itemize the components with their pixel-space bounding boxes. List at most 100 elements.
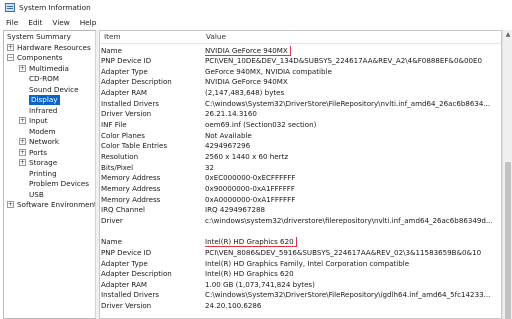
detail-item: Installed Drivers bbox=[101, 98, 160, 108]
expand-icon[interactable]: + bbox=[19, 138, 26, 145]
value-text: PCI\VEN_8086&DEV_5916&SUBSYS_224617AA&RE… bbox=[205, 247, 482, 257]
value-text: 24.20.100.6286 bbox=[205, 301, 262, 311]
detail-value: (2,147,483,648) bytes bbox=[205, 88, 501, 99]
detail-row[interactable]: PNP Device ID PCI\VEN_10DE&DEV_134D&SUBSY… bbox=[100, 56, 501, 67]
detail-value: 1.00 GB (1,073,741,824 bytes) bbox=[205, 280, 501, 291]
detail-value: PCI\VEN_10DE&DEV_134D&SUBSYS_224617AA&RE… bbox=[205, 56, 501, 67]
scroll-up-icon[interactable]: ▲ bbox=[503, 30, 512, 40]
category-tree[interactable]: System Summary + Hardware Resources − Compon… bbox=[3, 30, 96, 319]
detail-row[interactable]: Driver c:\windows\system32\driverstore\fi… bbox=[100, 215, 501, 227]
detail-row[interactable]: Resolution 2560 x 1440 x 60 hertz bbox=[100, 152, 501, 163]
vertical-scrollbar[interactable]: ▲ bbox=[502, 30, 512, 319]
tree-item-label: Hardware Resources bbox=[17, 42, 91, 52]
detail-row[interactable]: Color Table Entries 4294967296 bbox=[100, 141, 501, 152]
detail-row[interactable]: Memory Address 0xA0000000-0xA1FFFFFF bbox=[100, 194, 501, 206]
expand-icon[interactable]: + bbox=[19, 117, 26, 124]
expand-icon[interactable]: + bbox=[19, 64, 26, 72]
expand-icon[interactable]: + bbox=[7, 43, 14, 51]
value-text: GeForce 940MX, NVIDIA compatible bbox=[205, 66, 332, 76]
detail-row[interactable]: Adapter Type GeForce 940MX, NVIDIA compat… bbox=[100, 66, 501, 78]
detail-value: NVIDIA GeForce 940MX bbox=[205, 45, 501, 57]
detail-item: Memory Address bbox=[101, 194, 161, 204]
detail-item: Driver Version bbox=[101, 109, 152, 119]
detail-value: Not Available bbox=[205, 130, 501, 142]
detail-value: Intel(R) HD Graphics 620 bbox=[205, 237, 501, 248]
column-header-item[interactable]: Item bbox=[104, 31, 121, 43]
value-text: NVIDIA GeForce 940MX bbox=[205, 77, 288, 87]
value-text: c:\windows\system32\driverstore\filerepo… bbox=[205, 215, 493, 225]
detail-value: Intel(R) HD Graphics 620 bbox=[205, 269, 501, 280]
tree-item-label: Problem Devices bbox=[29, 179, 89, 188]
detail-row[interactable]: Installed Drivers C:\windows\System32\Dri… bbox=[100, 98, 501, 110]
tree-item-label: Sound Device bbox=[29, 84, 79, 94]
tree-item-label: Multimedia bbox=[29, 63, 69, 73]
detail-row[interactable]: INF File oem69.inf (Section032 section) bbox=[100, 120, 501, 131]
value-text: Intel(R) HD Graphics Family, Intel Corpo… bbox=[205, 258, 410, 268]
detail-value: C:\windows\System32\DriverStore\FileRepo… bbox=[205, 290, 501, 301]
detail-item: Adapter Description bbox=[101, 77, 172, 87]
column-header-value[interactable]: Value bbox=[206, 31, 226, 43]
detail-row[interactable]: Color Planes Not Available bbox=[100, 130, 501, 142]
detail-item: Name bbox=[101, 45, 122, 55]
title-bar: System Information bbox=[0, 0, 512, 15]
menu-help[interactable]: Help bbox=[76, 18, 101, 27]
detail-row[interactable]: IRQ Channel IRQ 4294967288 bbox=[100, 205, 501, 216]
expand-icon[interactable]: + bbox=[7, 201, 14, 208]
value-text: 2560 x 1440 x 60 hertz bbox=[205, 152, 289, 161]
tree-item-label: Infrared bbox=[29, 105, 58, 115]
value-text: 26.21.14.3160 bbox=[205, 109, 257, 119]
detail-item: Adapter RAM bbox=[101, 279, 148, 289]
menu-edit[interactable]: Edit bbox=[24, 18, 46, 27]
detail-row[interactable]: Adapter Description Intel(R) HD Graphics … bbox=[100, 269, 501, 280]
highlighted-value: Intel(R) HD Graphics 620 bbox=[205, 237, 297, 248]
detail-value: IRQ 4294967288 bbox=[205, 205, 501, 216]
detail-row[interactable]: Adapter RAM 1.00 GB (1,073,741,824 bytes) bbox=[100, 279, 501, 291]
detail-row[interactable]: PNP Device ID PCI\VEN_8086&DEV_5916&SUBSY… bbox=[100, 247, 501, 259]
highlighted-value: NVIDIA GeForce 940MX bbox=[205, 45, 291, 56]
menu-bar: File Edit View Help bbox=[0, 15, 512, 29]
detail-row[interactable] bbox=[100, 227, 501, 238]
detail-item: Name bbox=[101, 237, 122, 247]
detail-item: Memory Address bbox=[101, 183, 161, 193]
value-text: oem69.inf (Section032 section) bbox=[205, 120, 317, 130]
detail-row[interactable]: Adapter Type Intel(R) HD Graphics Family,… bbox=[100, 258, 501, 270]
detail-row[interactable]: Name NVIDIA GeForce 940MX bbox=[100, 45, 501, 57]
detail-value: C:\windows\System32\DriverStore\FileRepo… bbox=[205, 99, 501, 110]
detail-row[interactable]: Bits/Pixel 32 bbox=[100, 162, 501, 174]
expand-icon[interactable]: + bbox=[19, 148, 26, 156]
detail-item: PNP Device ID bbox=[101, 247, 152, 257]
value-text: Not Available bbox=[205, 130, 252, 140]
tree-item-label: Ports bbox=[29, 147, 47, 157]
detail-value: c:\windows\system32\driverstore\filerepo… bbox=[205, 215, 501, 227]
detail-value: GeForce 940MX, NVIDIA compatible bbox=[205, 66, 501, 78]
detail-row[interactable]: Installed Drivers C:\windows\System32\Dri… bbox=[100, 290, 501, 301]
detail-row[interactable]: Memory Address 0x90000000-0xA1FFFFFF bbox=[100, 183, 501, 195]
detail-item: Memory Address bbox=[101, 173, 161, 183]
value-text: C:\windows\System32\DriverStore\FileRepo… bbox=[205, 290, 491, 300]
tree-item-label: Storage bbox=[29, 158, 58, 167]
value-text: 0x90000000-0xA1FFFFFF bbox=[205, 183, 295, 193]
detail-value: 4294967296 bbox=[205, 141, 501, 152]
scrollbar-thumb[interactable] bbox=[505, 162, 511, 319]
detail-item: Bits/Pixel bbox=[101, 162, 134, 172]
tree-item-label: Modem bbox=[29, 126, 56, 136]
detail-row[interactable]: Driver Version 24.20.100.6286 bbox=[100, 301, 501, 312]
tree-item-label: System Summary bbox=[7, 32, 71, 41]
detail-row[interactable]: Name Intel(R) HD Graphics 620 bbox=[100, 237, 501, 248]
detail-item: Adapter Type bbox=[101, 66, 148, 76]
detail-row[interactable]: Adapter RAM (2,147,483,648) bytes bbox=[100, 88, 501, 99]
detail-row[interactable]: Memory Address 0xEC000000-0xECFFFFFF bbox=[100, 173, 501, 184]
value-text: IRQ 4294967288 bbox=[205, 205, 265, 215]
value-text: 4294967296 bbox=[205, 141, 251, 151]
detail-value: 0xEC000000-0xECFFFFFF bbox=[205, 173, 501, 184]
collapse-icon[interactable]: − bbox=[7, 54, 14, 61]
system-information-icon bbox=[5, 3, 15, 12]
menu-file[interactable]: File bbox=[2, 18, 22, 27]
value-text: 32 bbox=[205, 162, 215, 172]
detail-value: 0x90000000-0xA1FFFFFF bbox=[205, 183, 501, 195]
expand-icon[interactable]: + bbox=[19, 159, 26, 166]
detail-row[interactable]: Adapter Description NVIDIA GeForce 940MX bbox=[100, 77, 501, 88]
menu-view[interactable]: View bbox=[48, 18, 73, 27]
window-title: System Information bbox=[19, 3, 91, 12]
detail-row[interactable]: Driver Version 26.21.14.3160 bbox=[100, 109, 501, 120]
